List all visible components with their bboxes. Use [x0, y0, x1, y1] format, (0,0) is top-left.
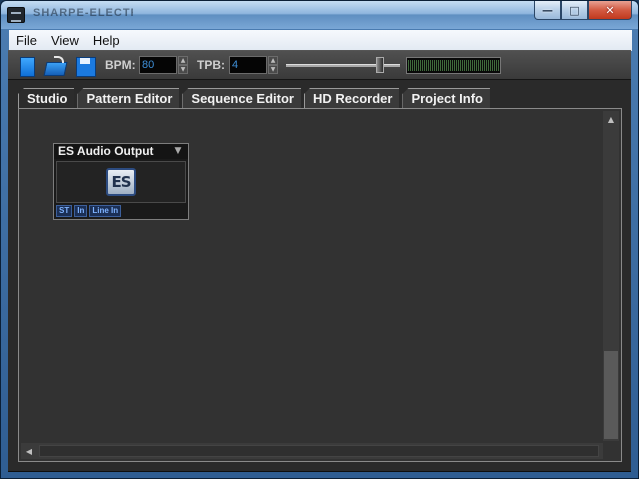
tab-studio[interactable]: Studio [18, 88, 75, 108]
volume-slider-thumb[interactable] [376, 57, 385, 73]
level-meter-fill [408, 60, 499, 71]
new-file-icon[interactable] [16, 55, 38, 77]
es-logo-icon: ES [106, 168, 136, 196]
app-body: BPM: 80 ▲ ▼ TPB: 4 ▲ ▼ Studio Pattern Ed… [8, 50, 631, 471]
module-ports: ST In Line In [56, 205, 122, 217]
menu-file[interactable]: File [11, 31, 42, 50]
tpb-up-icon[interactable]: ▲ [268, 56, 278, 65]
module-header[interactable]: ES Audio Output ▼ [54, 144, 188, 159]
save-disk-icon[interactable] [74, 55, 96, 77]
toolbar: BPM: 80 ▲ ▼ TPB: 4 ▲ ▼ [8, 51, 631, 80]
bpm-down-icon[interactable]: ▼ [178, 65, 188, 74]
tab-sequence-editor[interactable]: Sequence Editor [182, 88, 301, 108]
level-meter [406, 57, 501, 74]
vertical-scrollbar[interactable]: ▲ [603, 111, 619, 441]
horizontal-scroll-thumb[interactable] [39, 445, 599, 457]
module-menu-chevron-icon[interactable]: ▼ [170, 145, 186, 157]
open-folder-icon[interactable] [44, 55, 66, 77]
tpb-stepper: ▲ ▼ [268, 56, 278, 74]
studio-canvas[interactable]: ES Audio Output ▼ ES ST In Line In ▲ ◀ [18, 108, 622, 462]
tab-pattern-editor[interactable]: Pattern Editor [77, 88, 180, 108]
bpm-input[interactable]: 80 [139, 56, 177, 74]
horizontal-scrollbar[interactable]: ◀ [21, 443, 603, 459]
menu-bar: File View Help [9, 30, 632, 51]
bpm-stepper: ▲ ▼ [178, 56, 188, 74]
tab-hd-recorder[interactable]: HD Recorder [303, 88, 400, 108]
port-in[interactable]: In [74, 205, 88, 217]
scroll-left-icon[interactable]: ◀ [21, 443, 37, 459]
tpb-label: TPB: [197, 58, 225, 72]
tab-project-info[interactable]: Project Info [402, 88, 490, 108]
tpb-input[interactable]: 4 [229, 56, 267, 74]
port-line-in[interactable]: Line In [89, 205, 122, 217]
maximize-icon: □ [569, 3, 580, 17]
port-st[interactable]: ST [56, 205, 73, 217]
title-bar[interactable]: SHARPE-ELECTRA-SOUND — □ ✕ [1, 1, 638, 29]
minimize-button[interactable]: — [534, 1, 561, 20]
bpm-label: BPM: [105, 58, 136, 72]
vertical-scroll-thumb[interactable] [604, 351, 618, 439]
menu-help[interactable]: Help [88, 31, 125, 50]
tab-bar: Studio Pattern Editor Sequence Editor HD… [18, 88, 493, 108]
window-title: SHARPE-ELECTRA-SOUND [33, 7, 133, 19]
close-button[interactable]: ✕ [588, 1, 632, 20]
minimize-icon: — [542, 3, 553, 17]
bpm-up-icon[interactable]: ▲ [178, 56, 188, 65]
maximize-button[interactable]: □ [561, 1, 588, 20]
bottom-border [8, 471, 631, 472]
module-body: ES [56, 161, 186, 203]
close-icon: ✕ [605, 3, 615, 17]
module-title: ES Audio Output [58, 144, 154, 158]
audio-output-module[interactable]: ES Audio Output ▼ ES ST In Line In [53, 143, 189, 220]
window-controls: — □ ✕ [534, 1, 632, 20]
scroll-up-icon[interactable]: ▲ [603, 111, 619, 127]
tpb-down-icon[interactable]: ▼ [268, 65, 278, 74]
app-icon[interactable] [7, 7, 25, 23]
menu-view[interactable]: View [46, 31, 84, 50]
